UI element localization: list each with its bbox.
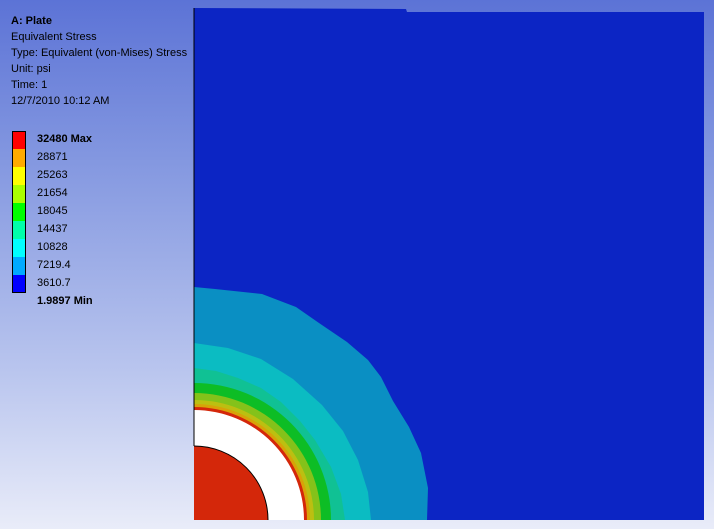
stress-contour-plot[interactable] <box>0 0 714 529</box>
